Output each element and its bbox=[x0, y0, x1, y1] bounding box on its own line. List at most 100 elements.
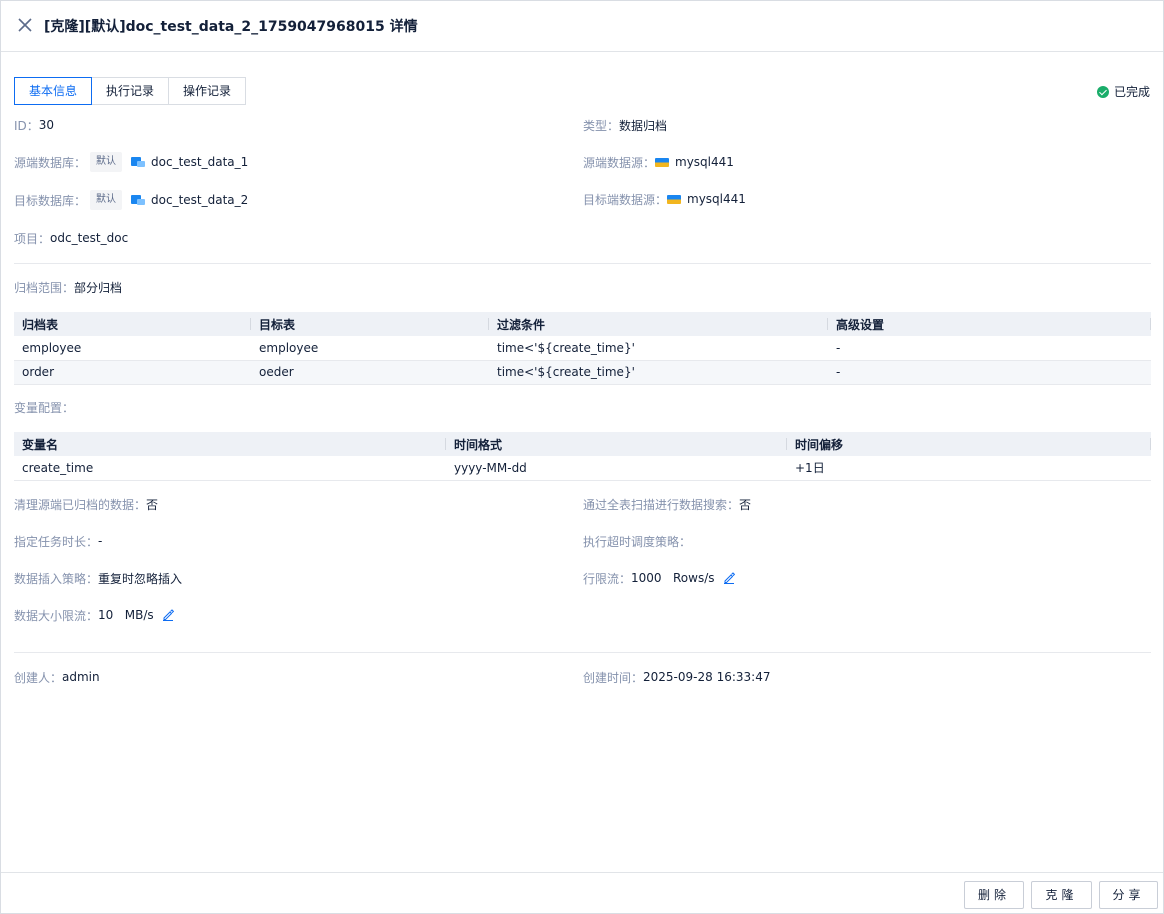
column-header: 目标表 bbox=[251, 312, 489, 336]
table-row: employee employee time<'${create_time}' … bbox=[14, 336, 1151, 361]
tab-basic-info[interactable]: 基本信息 bbox=[14, 77, 93, 105]
project-field: 项目： odc_test_doc bbox=[14, 228, 128, 248]
column-header: 归档表 bbox=[14, 312, 251, 336]
mysql-icon bbox=[667, 194, 682, 204]
column-header: 时间偏移 bbox=[787, 432, 1151, 456]
archive-scope-value: 部分归档 bbox=[74, 280, 123, 295]
task-duration-value: - bbox=[98, 534, 103, 548]
status-label: 已完成 bbox=[1113, 85, 1150, 99]
id-field: ID： 30 bbox=[14, 115, 54, 135]
edit-icon[interactable] bbox=[723, 572, 735, 584]
table-row: order oeder time<'${create_time}' - bbox=[14, 360, 1151, 385]
detail-drawer: [克隆][默认]doc_test_data_2_1759047968015 详情… bbox=[0, 0, 1164, 914]
task-duration-field: 指定任务时长： - bbox=[14, 531, 102, 551]
source-datasource-field: 源端数据源： mysql441 bbox=[583, 152, 734, 172]
tab-bar: 基本信息 执行记录 操作记录 bbox=[14, 77, 247, 105]
target-database-value: doc_test_data_2 bbox=[151, 193, 249, 207]
table-cell: create_time bbox=[14, 456, 446, 481]
status-badge: 已完成 bbox=[1096, 83, 1150, 100]
project-label: 项目： bbox=[14, 231, 51, 246]
table-cell: employee bbox=[251, 336, 489, 361]
environment-tag: 默认 bbox=[90, 190, 123, 210]
column-header: 变量名 bbox=[14, 432, 446, 456]
table-cell: time<'${create_time}' bbox=[489, 336, 828, 361]
target-database-field: 目标数据库： 默认 doc_test_data_2 bbox=[14, 190, 248, 210]
task-duration-label: 指定任务时长： bbox=[14, 534, 99, 549]
close-icon[interactable] bbox=[15, 15, 35, 35]
table-cell: - bbox=[828, 360, 1151, 385]
source-datasource-label: 源端数据源： bbox=[583, 155, 656, 170]
divider bbox=[14, 652, 1151, 653]
timeout-strategy-label: 执行超时调度策略： bbox=[583, 534, 692, 549]
table-row: create_time yyyy-MM-dd +1日 bbox=[14, 456, 1151, 481]
type-value: 数据归档 bbox=[619, 118, 668, 133]
table-header-row: 变量名 时间格式 时间偏移 bbox=[14, 432, 1151, 456]
variables-label: 变量配置： bbox=[14, 400, 75, 415]
id-label: ID： bbox=[14, 118, 39, 133]
clone-button[interactable]: 克隆 bbox=[1031, 881, 1092, 909]
insert-strategy-field: 数据插入策略： 重复时忽略插入 bbox=[14, 568, 182, 588]
full-scan-field: 通过全表扫描进行数据搜索： 否 bbox=[583, 494, 751, 514]
project-value: odc_test_doc bbox=[50, 231, 129, 245]
table-cell: employee bbox=[14, 336, 251, 361]
row-limit-field: 行限流： 1000 Rows/s bbox=[583, 568, 735, 588]
table-cell: - bbox=[828, 336, 1151, 361]
full-scan-label: 通过全表扫描进行数据搜索： bbox=[583, 497, 740, 512]
variables-table: 变量名 时间格式 时间偏移 create_time yyyy-MM-dd +1日 bbox=[14, 432, 1151, 481]
database-icon bbox=[131, 156, 146, 168]
type-field: 类型： 数据归档 bbox=[583, 115, 667, 135]
clean-source-value: 否 bbox=[146, 497, 159, 512]
insert-strategy-value: 重复时忽略插入 bbox=[98, 571, 183, 586]
table-cell: time<'${create_time}' bbox=[489, 360, 828, 385]
table-cell: +1日 bbox=[787, 456, 1151, 481]
table-header-row: 归档表 目标表 过滤条件 高级设置 bbox=[14, 312, 1151, 336]
clean-source-label: 清理源端已归档的数据： bbox=[14, 497, 147, 512]
tab-execution-records[interactable]: 执行记录 bbox=[91, 77, 170, 105]
database-icon bbox=[131, 194, 146, 206]
mysql-icon bbox=[655, 157, 670, 167]
row-limit-label: 行限流： bbox=[583, 571, 632, 586]
table-cell: order bbox=[14, 360, 251, 385]
creator-value: admin bbox=[62, 670, 100, 684]
archive-scope-label: 归档范围： bbox=[14, 280, 75, 295]
source-database-label: 源端数据库： bbox=[14, 155, 87, 170]
clean-source-field: 清理源端已归档的数据： 否 bbox=[14, 494, 158, 514]
share-button[interactable]: 分享 bbox=[1099, 881, 1158, 909]
created-time-label: 创建时间： bbox=[583, 670, 644, 685]
environment-tag: 默认 bbox=[90, 152, 123, 172]
created-time-field: 创建时间： 2025-09-28 16:33:47 bbox=[583, 667, 770, 687]
archive-scope-field: 归档范围： 部分归档 bbox=[14, 277, 122, 297]
drawer-header: [克隆][默认]doc_test_data_2_1759047968015 详情 bbox=[1, 1, 1163, 52]
table-cell: yyyy-MM-dd bbox=[446, 456, 787, 481]
column-header: 时间格式 bbox=[446, 432, 787, 456]
variables-field: 变量配置： bbox=[14, 397, 74, 417]
size-limit-value: 10 MB/s bbox=[98, 608, 154, 622]
target-datasource-value: mysql441 bbox=[687, 192, 746, 206]
drawer-footer: 删除 克隆 分享 bbox=[1, 872, 1163, 913]
row-limit-value: 1000 Rows/s bbox=[631, 571, 715, 585]
full-scan-value: 否 bbox=[739, 497, 752, 512]
insert-strategy-label: 数据插入策略： bbox=[14, 571, 99, 586]
creator-label: 创建人： bbox=[14, 670, 63, 685]
table-cell: oeder bbox=[251, 360, 489, 385]
column-header: 高级设置 bbox=[828, 312, 1151, 336]
size-limit-label: 数据大小限流： bbox=[14, 608, 99, 623]
archive-table: 归档表 目标表 过滤条件 高级设置 employee employee time… bbox=[14, 312, 1151, 385]
edit-icon[interactable] bbox=[162, 609, 174, 621]
divider bbox=[14, 263, 1151, 264]
type-label: 类型： bbox=[583, 118, 620, 133]
delete-button[interactable]: 删除 bbox=[964, 881, 1024, 909]
source-database-value: doc_test_data_1 bbox=[151, 155, 249, 169]
target-datasource-label: 目标端数据源： bbox=[583, 192, 668, 207]
size-limit-field: 数据大小限流： 10 MB/s bbox=[14, 605, 174, 625]
target-datasource-field: 目标端数据源： mysql441 bbox=[583, 189, 746, 209]
drawer-title: [克隆][默认]doc_test_data_2_1759047968015 详情 bbox=[44, 19, 418, 35]
id-value: 30 bbox=[38, 118, 55, 132]
column-header: 过滤条件 bbox=[489, 312, 828, 336]
timeout-strategy-field: 执行超时调度策略： bbox=[583, 531, 691, 551]
tab-operation-records[interactable]: 操作记录 bbox=[168, 77, 247, 105]
source-database-field: 源端数据库： 默认 doc_test_data_1 bbox=[14, 152, 248, 172]
check-circle-icon bbox=[1096, 85, 1109, 98]
source-datasource-value: mysql441 bbox=[675, 155, 734, 169]
creator-field: 创建人： admin bbox=[14, 667, 100, 687]
